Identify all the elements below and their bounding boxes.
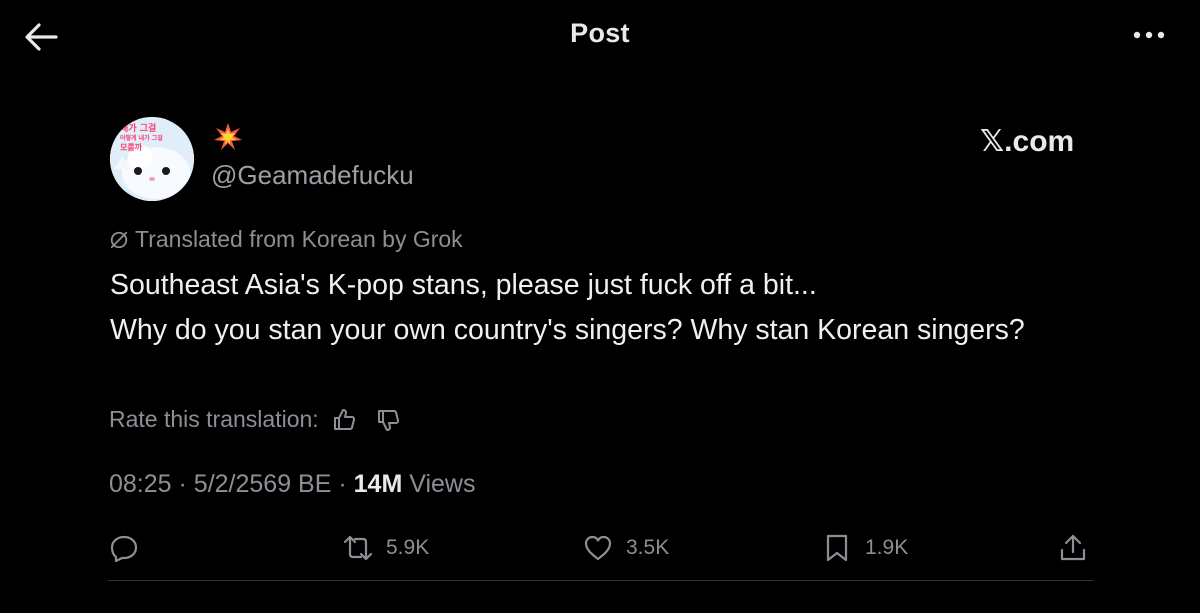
- repost-button[interactable]: 5.9K: [342, 530, 429, 566]
- display-name[interactable]: [213, 122, 243, 152]
- author-handle[interactable]: @Geamadefucku: [211, 160, 414, 191]
- avatar-caption-2: 어떻게 내가 그걸: [120, 135, 163, 142]
- views-label: Views: [409, 470, 476, 498]
- post-date: 5/2/2569 BE: [193, 470, 332, 498]
- avatar[interactable]: 내가 그걸 어떻게 내가 그걸 모를까: [110, 117, 194, 201]
- repost-icon: [343, 535, 373, 561]
- page-title: Post: [570, 18, 630, 48]
- avatar-caption-1: 내가 그걸: [120, 124, 157, 134]
- repost-count: 5.9K: [386, 536, 430, 559]
- reply-icon: [110, 535, 138, 563]
- like-count: 3.5K: [626, 536, 670, 559]
- more-button[interactable]: [1128, 22, 1170, 48]
- post-text: Southeast Asia's K-pop stans, please jus…: [110, 263, 1090, 353]
- reply-button[interactable]: [108, 530, 152, 566]
- divider: [108, 580, 1094, 581]
- post-time: 08:25: [109, 470, 172, 498]
- bookmark-count: 1.9K: [865, 536, 909, 559]
- more-horizontal-icon: [1133, 31, 1165, 39]
- views-count[interactable]: 14M: [354, 470, 403, 498]
- grok-icon: [110, 231, 128, 248]
- avatar-caption-3: 모를까: [120, 143, 143, 152]
- rate-label: Rate this translation:: [109, 406, 319, 432]
- post-line-1: Southeast Asia's K-pop stans, please jus…: [110, 269, 817, 301]
- thumbs-up-icon: [333, 408, 355, 430]
- meta-separator: ·: [178, 470, 187, 498]
- bookmark-button[interactable]: 1.9K: [821, 530, 908, 566]
- heart-icon: [584, 535, 612, 561]
- translation-notice: Translated from Korean by Grok: [109, 226, 463, 253]
- thumbs-down-button[interactable]: [375, 407, 401, 433]
- thumbs-up-button[interactable]: [331, 407, 357, 433]
- meta-separator: ·: [338, 470, 347, 498]
- thumbs-down-icon: [377, 409, 399, 431]
- bookmark-icon: [826, 534, 848, 562]
- share-button[interactable]: [1057, 530, 1089, 566]
- post-meta: 08:25 · 5/2/2569 BE · 14M Views: [109, 470, 476, 499]
- brand-watermark: 𝕏.com: [980, 125, 1075, 158]
- post-line-2: Why do you stan your own country's singe…: [110, 314, 1025, 346]
- rate-translation: Rate this translation:: [109, 406, 401, 433]
- collision-emoji-icon: [214, 123, 242, 150]
- translation-notice-text: Translated from Korean by Grok: [135, 226, 463, 252]
- share-icon: [1060, 534, 1086, 561]
- like-button[interactable]: 3.5K: [582, 530, 669, 566]
